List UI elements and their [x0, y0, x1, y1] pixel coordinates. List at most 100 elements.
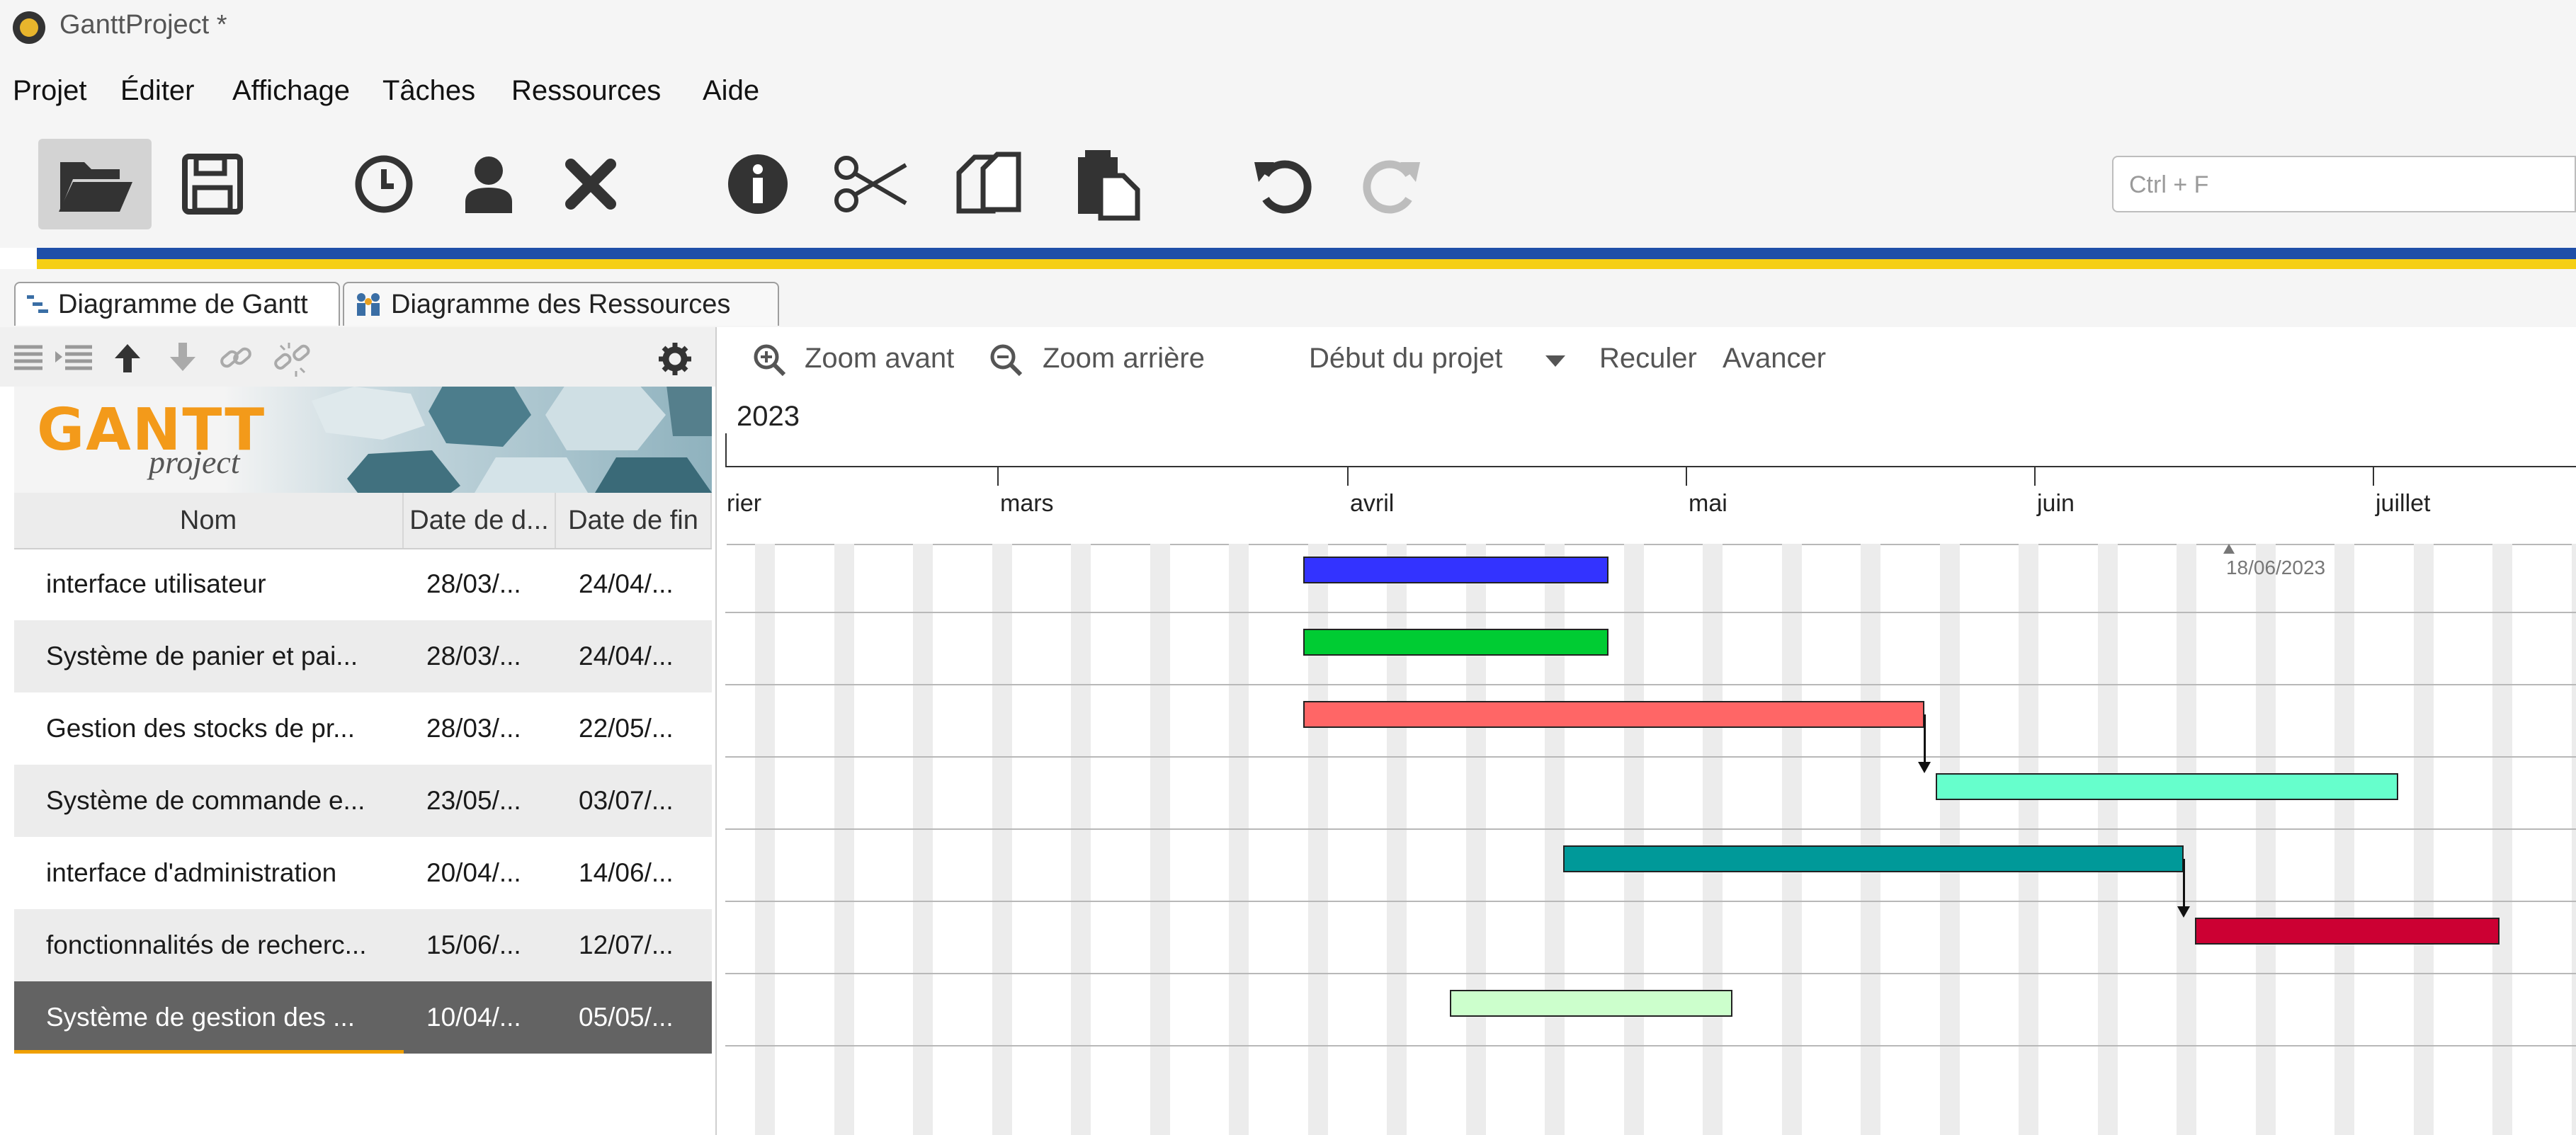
row-separator: [725, 684, 2576, 685]
task-name: Gestion des stocks de pr...: [46, 714, 355, 743]
app-logo-icon: [13, 11, 45, 44]
zoom-out-icon[interactable]: [989, 343, 1023, 377]
tab-gantt-chart[interactable]: Diagramme de Gantt: [14, 282, 340, 326]
menu-aide[interactable]: Aide: [703, 75, 759, 107]
row-separator: [725, 1045, 2576, 1046]
month-label: rier: [727, 490, 762, 517]
table-row[interactable]: fonctionnalités de recherc... 15/06/... …: [14, 909, 712, 981]
forward-button[interactable]: Avancer: [1723, 343, 1826, 375]
task-end: 12/07/...: [579, 930, 674, 959]
user-icon: [465, 156, 512, 213]
tab-resources-label: Diagramme des Ressources: [391, 289, 731, 319]
task-start: 20/04/...: [426, 858, 521, 887]
table-row[interactable]: Gestion des stocks de pr... 28/03/... 22…: [14, 692, 712, 765]
month-tick: [1686, 467, 1687, 486]
tab-bar: Diagramme de Gantt Diagramme des Ressour…: [0, 269, 2576, 329]
save-button[interactable]: [156, 139, 269, 229]
project-start-button[interactable]: Début du projet: [1309, 343, 1503, 375]
timeline-scale-line: [727, 466, 2576, 467]
ganttproject-logo-banner: GANTT project: [14, 387, 712, 493]
task-tree-toolbar: [0, 327, 715, 387]
info-icon: [728, 154, 788, 214]
copy-button[interactable]: [932, 139, 1045, 229]
month-tick: [997, 467, 999, 486]
logo-project-wordmark: project: [149, 444, 240, 480]
task-bar[interactable]: [1303, 557, 1608, 583]
timeline-year: 2023: [737, 401, 800, 432]
table-row-selected[interactable]: Système de gestion des ... 10/04/... 05/…: [14, 981, 712, 1054]
zoom-in-button[interactable]: Zoom avant: [805, 343, 954, 375]
task-start: 28/03/...: [426, 641, 521, 671]
link-icon[interactable]: [218, 341, 255, 375]
task-bar[interactable]: [2195, 918, 2500, 945]
task-name: interface d'administration: [46, 858, 337, 887]
today-marker-icon: [2223, 544, 2235, 554]
menu-ressources[interactable]: Ressources: [511, 75, 661, 107]
row-separator: [725, 756, 2576, 758]
menu-taches[interactable]: Tâches: [382, 75, 475, 107]
task-end: 03/07/...: [579, 786, 674, 815]
banner-stripe-yellow: [37, 259, 2576, 269]
task-bar[interactable]: [1935, 773, 2398, 800]
unlink-icon[interactable]: [272, 340, 312, 377]
table-row[interactable]: interface utilisateur 28/03/... 24/04/..…: [14, 548, 712, 620]
redo-button[interactable]: [1334, 139, 1448, 229]
banner-stripe-blue: [37, 248, 2576, 259]
task-end: 24/04/...: [579, 569, 674, 598]
back-button[interactable]: Reculer: [1599, 343, 1697, 375]
task-name: fonctionnalités de recherc...: [46, 930, 367, 959]
move-down-icon[interactable]: [167, 341, 198, 374]
month-label: mars: [1000, 490, 1054, 517]
month-label: juin: [2037, 490, 2075, 517]
task-bar[interactable]: [1303, 701, 1924, 728]
task-start: 10/04/...: [426, 1003, 521, 1032]
task-table-header: Nom Date de d... Date de fin: [14, 493, 712, 549]
row-separator: [725, 901, 2576, 902]
delete-button[interactable]: [534, 139, 647, 229]
table-row[interactable]: Système de commande e... 23/05/... 03/07…: [14, 765, 712, 837]
save-icon: [182, 154, 243, 215]
cut-button[interactable]: [815, 139, 928, 229]
chevron-down-icon[interactable]: [1544, 354, 1567, 368]
move-up-icon[interactable]: [112, 341, 143, 374]
paste-button[interactable]: [1051, 139, 1164, 229]
open-folder-icon: [59, 162, 132, 212]
today-date-label: 18/06/2023: [2225, 557, 2326, 578]
title-bar: GanttProject *: [0, 0, 2576, 57]
task-name: Système de panier et pai...: [46, 641, 358, 671]
indent-icon[interactable]: [54, 343, 93, 371]
table-row[interactable]: Système de panier et pai... 28/03/... 24…: [14, 620, 712, 692]
dependency-arrow-icon: [2177, 906, 2191, 918]
month-label: avril: [1350, 490, 1395, 517]
user-button[interactable]: [432, 139, 545, 229]
clock-button[interactable]: [327, 139, 441, 229]
menu-bar: Projet Éditer Affichage Tâches Ressource…: [0, 57, 2576, 123]
task-bar[interactable]: [1562, 845, 2184, 872]
zoom-out-button[interactable]: Zoom arrière: [1043, 343, 1205, 375]
task-tree-panel: GANTT project Nom Date de d... Date de f…: [0, 327, 717, 1135]
menu-affichage[interactable]: Affichage: [232, 75, 350, 107]
menu-editer[interactable]: Éditer: [120, 75, 195, 107]
info-button[interactable]: [701, 139, 815, 229]
settings-gear-icon[interactable]: [657, 341, 693, 377]
menu-projet[interactable]: Projet: [13, 75, 87, 107]
column-header-name[interactable]: Nom: [14, 493, 404, 548]
delete-icon: [565, 159, 616, 210]
column-header-end[interactable]: Date de fin: [556, 493, 712, 548]
row-separator: [725, 612, 2576, 613]
column-header-start[interactable]: Date de d...: [404, 493, 556, 548]
window-title: GanttProject *: [59, 10, 227, 40]
dependency-line: [1923, 714, 1926, 763]
task-bar[interactable]: [1303, 629, 1608, 656]
task-end: 22/05/...: [579, 714, 674, 743]
task-bar[interactable]: [1450, 990, 1732, 1017]
unindent-icon[interactable]: [13, 343, 44, 371]
undo-button[interactable]: [1227, 139, 1340, 229]
open-folder-button[interactable]: [38, 139, 152, 229]
hexagon-pattern: [312, 387, 712, 493]
zoom-in-icon[interactable]: [752, 343, 786, 377]
search-input[interactable]: Ctrl + F: [2112, 156, 2576, 212]
dependency-arrow-icon: [1917, 762, 1931, 773]
table-row[interactable]: interface d'administration 20/04/... 14/…: [14, 837, 712, 909]
tab-resource-chart[interactable]: Diagramme des Ressources: [343, 282, 779, 326]
